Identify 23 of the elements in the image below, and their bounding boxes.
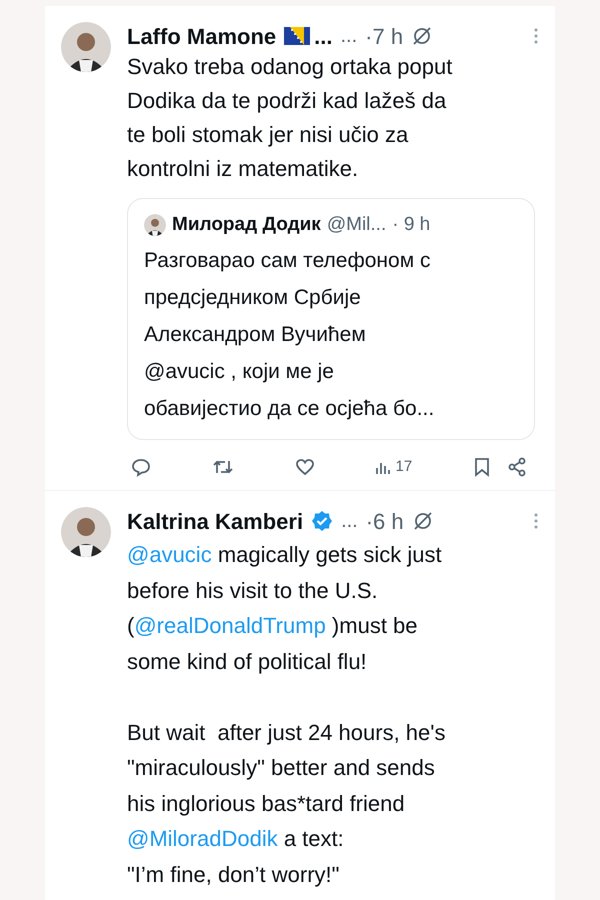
name-ellipsis: ... [314, 22, 332, 50]
post-text: Svako treba odanog ortaka poput Dodika da te podrži kad lažeš da te boli stomak jer nisi učio za kontrolni iz matematike. [127, 53, 454, 183]
reply-icon[interactable] [131, 456, 151, 477]
author-handle: ... [341, 509, 358, 534]
like-icon[interactable] [294, 456, 315, 477]
author-name[interactable]: Laffo Mamone [127, 20, 276, 52]
post-time: ·7 h [365, 22, 404, 50]
slashed-circle-icon[interactable] [411, 25, 434, 47]
bookmark-icon[interactable] [473, 456, 491, 477]
quoted-post[interactable]: Милорад Додик @Mil... · 9 h Разговарао сам телефоном с предсједником Србије Александром Вучићем @avucic , који ме је обавијестио да се осјећа бо... [127, 198, 535, 440]
post-time: ·6 h [366, 508, 404, 536]
quoted-author-name: Милорад Додик [172, 213, 321, 237]
slashed-circle-icon[interactable] [412, 510, 434, 532]
author-handle: ... [340, 24, 358, 49]
flag-icon [284, 27, 310, 45]
post-text: @avucic magically gets sick just before his visit to the U.S. (@realDonaldTrump )must be some kind of political flu! But wait after just 24 hours, he's "miraculously" better and sends his inglorious bas*tard friend @MiloradDodik a text: "I’m fine, don’t worry!" [127, 541, 446, 889]
verified-badge-icon [311, 510, 334, 532]
share-icon[interactable] [507, 456, 527, 477]
quoted-author-handle: @Mil... [326, 213, 386, 237]
author-name[interactable]: Kaltrina Kamberi [127, 504, 304, 538]
views-count: 17 [395, 456, 412, 476]
quoted-post-time: · 9 h [392, 213, 430, 237]
quoted-post-text: Разговарао сам телефоном с предсједником Србије Александром Вучићем @avucic , који ме је обавијестио да се осјећа бо... [144, 248, 436, 422]
